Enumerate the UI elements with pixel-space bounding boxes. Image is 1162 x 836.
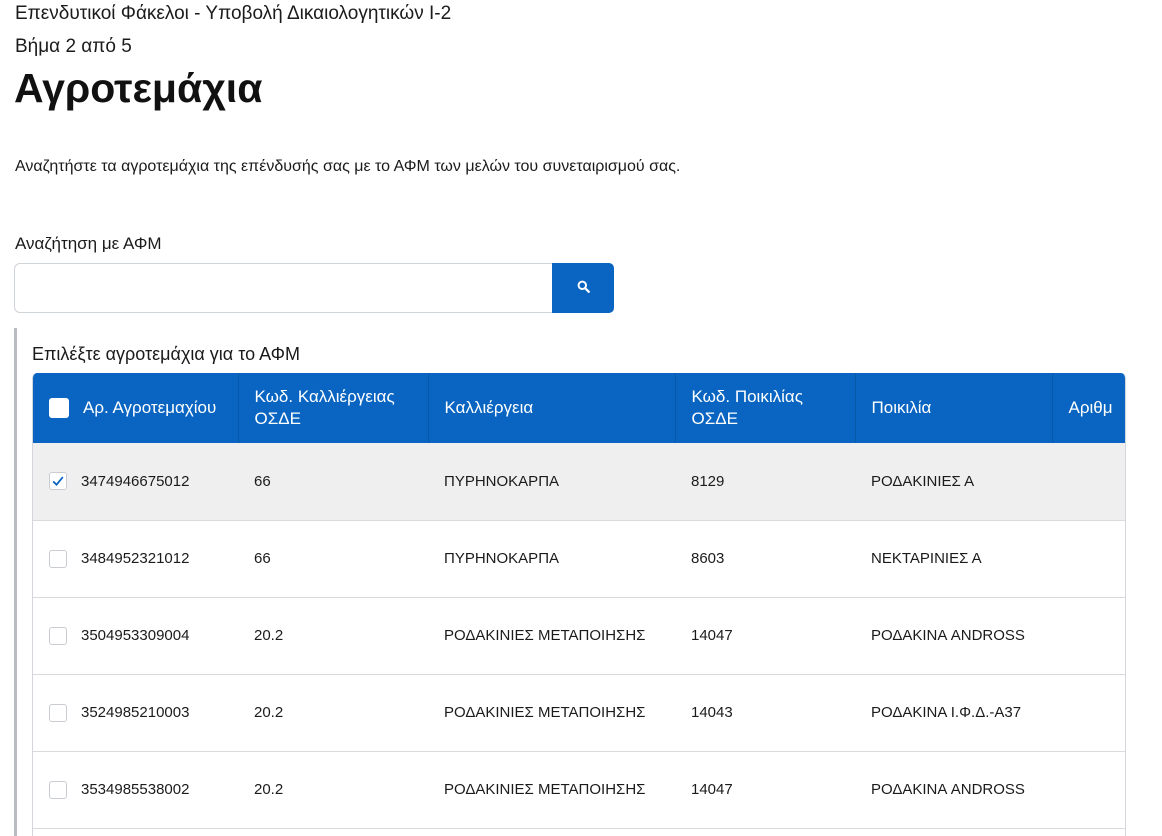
cell-variety: ΡΟΔΑΚΙΝΙΕΣ Α xyxy=(871,472,975,490)
row-checkbox[interactable] xyxy=(49,472,67,491)
row-checkbox[interactable] xyxy=(49,626,67,645)
table-row[interactable]: 3484952321012 66 ΠΥΡΗΝΟΚΑΡΠΑ 8603 ΝΕΚΤΑΡΙΝΙΕ… xyxy=(33,520,1125,597)
table-row[interactable]: 3504953309004 20.2 ΡΟΔΑΚΙΝΙΕΣ ΜΕΤΑΠΟΙΗΣΗΣ 1… xyxy=(33,597,1125,674)
cell-crop-code: 20.2 xyxy=(254,627,284,644)
row-checkbox[interactable] xyxy=(49,549,67,568)
cell-number xyxy=(1052,520,1125,597)
cell-variety-code: 8129 xyxy=(691,472,725,490)
column-header-crop: Καλλιέργεια xyxy=(428,373,676,443)
column-header-variety: Ποικιλία xyxy=(855,373,1053,443)
cell-crop-code: 66 xyxy=(254,550,271,567)
cell-crop: ΡΟΔΑΚΙΝΙΕΣ ΜΕΤΑΠΟΙΗΣΗΣ xyxy=(444,781,646,798)
search-bar xyxy=(14,263,614,313)
column-header-parcel: Αρ. Αγροτεμαχίου xyxy=(33,373,239,443)
parcel-number: 3504953309004 xyxy=(81,627,190,644)
cell-crop: ΠΥΡΗΝΟΚΑΡΠΑ xyxy=(444,550,560,567)
parcels-table-container[interactable]: Αρ. Αγροτεμαχίου Κωδ. Καλλιέργειας ΟΣΔΕ … xyxy=(32,373,1126,836)
cell-crop-code: 20.2 xyxy=(254,781,284,798)
page-title: Αγροτεμάχια xyxy=(14,65,263,111)
column-header-crop-code: Κωδ. Καλλιέργειας ΟΣΔΕ xyxy=(238,373,429,443)
cell-variety-code: 14047 xyxy=(691,627,733,644)
table-row[interactable]: 3534985538002 20.2 ΡΟΔΑΚΙΝΙΕΣ ΜΕΤΑΠΟΙΗΣΗΣ 1… xyxy=(33,751,1125,828)
afm-search-input[interactable] xyxy=(14,263,552,313)
parcel-number: 3484952321012 xyxy=(81,550,190,567)
breadcrumb: Επενδυτικοί Φάκελοι - Υποβολή Δικαιολογη… xyxy=(15,3,452,24)
table-row[interactable]: 3474946675012 66 ΠΥΡΗΝΟΚΑΡΠΑ 8129 ΡΟΔΑΚΙΝΙΕΣ… xyxy=(33,443,1125,520)
cell-parcel: 3474946675012 xyxy=(33,443,238,520)
parcel-number: 3534985538002 xyxy=(81,781,190,798)
cell-variety: ΡΟΔΑΚΙΝΑ Ι.Φ.Δ.-Α37 xyxy=(871,704,1022,721)
column-header-label: Αρ. Αγροτεμαχίου xyxy=(83,398,217,417)
cell-crop: ΠΥΡΗΝΟΚΑΡΠΑ xyxy=(444,472,560,490)
cell-crop: ΡΟΔΑΚΙΝΙΕΣ ΜΕΤΑΠΟΙΗΣΗΣ xyxy=(444,704,646,721)
column-header-variety-code: Κωδ. Ποικιλίας ΟΣΔΕ xyxy=(675,373,856,443)
cell-variety-code: 14047 xyxy=(691,781,733,798)
parcel-selection-section: Επιλέξτε αγροτεμάχια για το ΑΦΜ Αρ. Αγρο… xyxy=(14,328,1162,836)
selection-label: Επιλέξτε αγροτεμάχια για το ΑΦΜ xyxy=(32,344,300,364)
select-all-checkbox[interactable] xyxy=(49,398,69,418)
parcel-number: 3474946675012 xyxy=(81,472,190,490)
table-header-row: Αρ. Αγροτεμαχίου Κωδ. Καλλιέργειας ΟΣΔΕ … xyxy=(33,373,1125,443)
cell-variety-code: 8603 xyxy=(691,550,725,567)
cell-crop-code: 66 xyxy=(254,472,271,490)
cell-number xyxy=(1052,751,1125,828)
cell-variety: ΡΟΔΑΚΙΝΑ ANDROSS xyxy=(871,627,1025,644)
search-button[interactable] xyxy=(552,263,614,313)
parcel-number: 3524985210003 xyxy=(81,704,190,721)
cell-parcel: 3484952321012 xyxy=(33,520,238,597)
row-checkbox[interactable] xyxy=(49,780,67,799)
cell-parcel: 3534985538002 xyxy=(33,751,238,828)
table-row[interactable]: 3524985210003 20.2 ΡΟΔΑΚΙΝΙΕΣ ΜΕΤΑΠΟΙΗΣΗΣ 1… xyxy=(33,674,1125,751)
cell-crop-code: 20.2 xyxy=(254,704,284,721)
step-indicator: Βήμα 2 από 5 xyxy=(15,36,132,57)
cell-number xyxy=(1052,597,1125,674)
cell-number xyxy=(1052,443,1125,520)
cell-number xyxy=(1052,674,1125,751)
column-header-number: Αριθμ xyxy=(1068,398,1113,417)
parcels-table: Αρ. Αγροτεμαχίου Κωδ. Καλλιέργειας ΟΣΔΕ … xyxy=(33,373,1125,829)
intro-text: Αναζητήστε τα αγροτεμάχια της επένδυσής … xyxy=(15,158,681,175)
cell-variety: ΝΕΚΤΑΡΙΝΙΕΣ Α xyxy=(871,550,982,567)
cell-variety-code: 14043 xyxy=(691,704,733,721)
cell-parcel: 3524985210003 xyxy=(33,674,238,751)
cell-parcel: 3504953309004 xyxy=(33,597,238,674)
cell-crop: ΡΟΔΑΚΙΝΙΕΣ ΜΕΤΑΠΟΙΗΣΗΣ xyxy=(444,627,646,644)
cell-variety: ΡΟΔΑΚΙΝΑ ANDROSS xyxy=(871,781,1025,798)
row-checkbox[interactable] xyxy=(49,703,67,722)
search-label: Αναζήτηση με ΑΦΜ xyxy=(15,234,162,253)
search-icon xyxy=(577,280,590,296)
